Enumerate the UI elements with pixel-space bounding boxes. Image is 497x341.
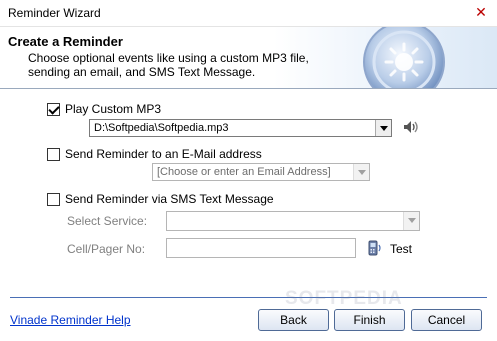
- phone-icon[interactable]: [366, 240, 384, 256]
- page-title: Create a Reminder: [8, 34, 123, 49]
- select-service-label: Select Service:: [67, 214, 148, 228]
- wizard-banner: Create a Reminder Choose optional events…: [0, 27, 497, 89]
- watermark: SOFTPEDIA: [285, 288, 403, 309]
- chevron-down-icon[interactable]: [375, 120, 391, 136]
- sms-label[interactable]: Send Reminder via SMS Text Message: [65, 192, 274, 206]
- play-mp3-label[interactable]: Play Custom MP3: [65, 102, 161, 116]
- chevron-down-icon[interactable]: [353, 164, 369, 180]
- chevron-down-icon[interactable]: [403, 212, 419, 230]
- window-title: Reminder Wizard: [8, 6, 101, 20]
- alarm-bell-icon: [363, 27, 445, 88]
- mp3-file-select[interactable]: D:\Softpedia\Softpedia.mp3: [89, 119, 392, 137]
- email-address-select[interactable]: [Choose or enter an Email Address]: [152, 163, 370, 181]
- finish-button[interactable]: Finish: [334, 309, 405, 331]
- sms-checkbox[interactable]: [47, 193, 60, 206]
- cancel-button[interactable]: Cancel: [411, 309, 482, 331]
- title-bar: Reminder Wizard ✕: [0, 0, 497, 27]
- test-sms-button[interactable]: Test: [390, 242, 412, 256]
- email-placeholder: [Choose or enter an Email Address]: [157, 166, 331, 178]
- help-link[interactable]: Vinade Reminder Help: [10, 313, 131, 327]
- play-mp3-checkbox[interactable]: [47, 103, 60, 116]
- page-description: Choose optional events like using a cust…: [28, 51, 309, 79]
- footer-divider: [10, 297, 487, 298]
- back-button[interactable]: Back: [258, 309, 329, 331]
- mp3-file-value: D:\Softpedia\Softpedia.mp3: [94, 122, 229, 134]
- email-label[interactable]: Send Reminder to an E-Mail address: [65, 147, 262, 161]
- sms-service-select[interactable]: [166, 211, 420, 231]
- close-icon[interactable]: ✕: [473, 3, 489, 21]
- phone-number-label: Cell/Pager No:: [67, 242, 146, 256]
- speaker-icon[interactable]: [402, 119, 420, 135]
- phone-number-input[interactable]: [166, 238, 356, 258]
- email-checkbox[interactable]: [47, 148, 60, 161]
